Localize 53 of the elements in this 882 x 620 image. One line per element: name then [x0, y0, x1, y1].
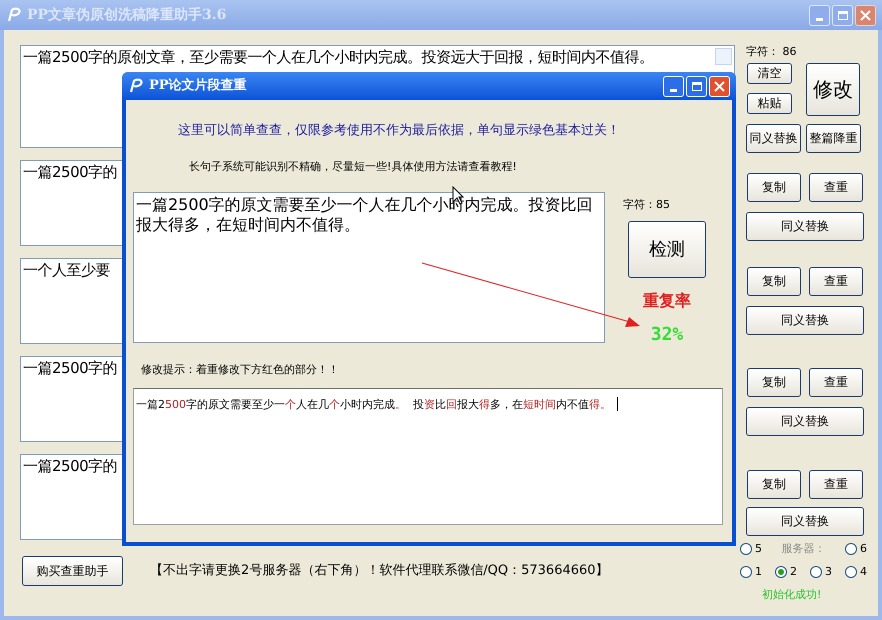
char-count: 字符：85	[623, 197, 670, 213]
app-logo-icon	[128, 78, 144, 94]
status-text: 初始化成功!	[762, 586, 822, 602]
radio-button[interactable]	[740, 542, 752, 555]
dialog-title: PP论文片段查重	[149, 76, 248, 96]
modify-button[interactable]: 修改	[806, 62, 860, 116]
close-icon	[714, 80, 725, 92]
window-title: PP文章伪原创洗稿降重助手3.6	[27, 6, 228, 24]
info-text: 这里可以简单查查，仅限参考使用不作为最后依据，单句显示绿色基本过关！	[178, 122, 621, 140]
copy-button[interactable]: 复制	[747, 266, 801, 296]
duplicate-rate-label: 重复率	[643, 290, 691, 312]
paste-button[interactable]: 粘贴	[747, 92, 792, 114]
copy-button[interactable]: 复制	[747, 470, 801, 498]
app-logo-icon	[6, 7, 22, 23]
tip-text: 长句子系统可能识别不精确，尽量短一些!具体使用方法请查看教程!	[189, 158, 518, 174]
check-button[interactable]: 查重	[809, 172, 863, 202]
radio-label: 6	[860, 540, 867, 556]
radio-button[interactable]	[740, 566, 752, 578]
synonym-button[interactable]: 同义替换	[746, 406, 864, 436]
detect-button[interactable]: 检测	[628, 220, 706, 278]
rewrite-button[interactable]: 整篇降重	[806, 124, 861, 152]
result-text-area[interactable]: 一篇2500字的原文需要至少一个人在几个小时内完成。 投资比回报大得多，在短时间内不值得。	[133, 388, 723, 525]
notice-text: 【不出字请更换2号服务器（右下角）！软件代理联系微信/QQ：573664660】	[150, 562, 609, 580]
synonym-button[interactable]: 同义替换	[746, 306, 864, 334]
synonym-button[interactable]: 同义替换	[746, 212, 864, 240]
radio-button[interactable]	[845, 566, 857, 578]
check-button[interactable]: 查重	[809, 266, 863, 296]
arrow-icon	[420, 261, 642, 329]
server-label: 服务器：	[782, 540, 826, 556]
radio-button[interactable]	[810, 566, 822, 578]
result-text: 一篇2500字的原文需要至少一个人在几个小时内完成。 投资比回报大得多，在短时间内不值得。	[136, 398, 611, 411]
buy-button[interactable]: 购买查重助手	[22, 556, 123, 586]
radio-button[interactable]	[775, 566, 787, 578]
check-button[interactable]: 查重	[809, 368, 863, 396]
synonym-button[interactable]: 同义替换	[746, 506, 864, 536]
radio-label: 4	[860, 564, 867, 580]
radio-label: 5	[755, 540, 762, 556]
radio-label: 1	[755, 564, 762, 580]
char-count: 字符： 86	[746, 44, 798, 60]
scrollbar[interactable]	[715, 48, 732, 65]
close-button[interactable]	[855, 4, 876, 26]
copy-button[interactable]: 复制	[747, 368, 801, 396]
hint-text: 修改提示：着重修改下方红色的部分！！	[141, 362, 340, 378]
close-icon	[860, 10, 871, 20]
text-cursor	[617, 396, 618, 411]
radio-button[interactable]	[845, 542, 857, 555]
synonym-button[interactable]: 同义替换	[746, 124, 801, 152]
check-button[interactable]: 查重	[809, 470, 863, 498]
clear-button[interactable]: 清空	[747, 62, 792, 84]
radio-label: 2	[790, 564, 797, 580]
copy-button[interactable]: 复制	[747, 172, 801, 202]
duplicate-rate-value: 32%	[650, 322, 684, 346]
radio-label: 3	[825, 564, 832, 580]
